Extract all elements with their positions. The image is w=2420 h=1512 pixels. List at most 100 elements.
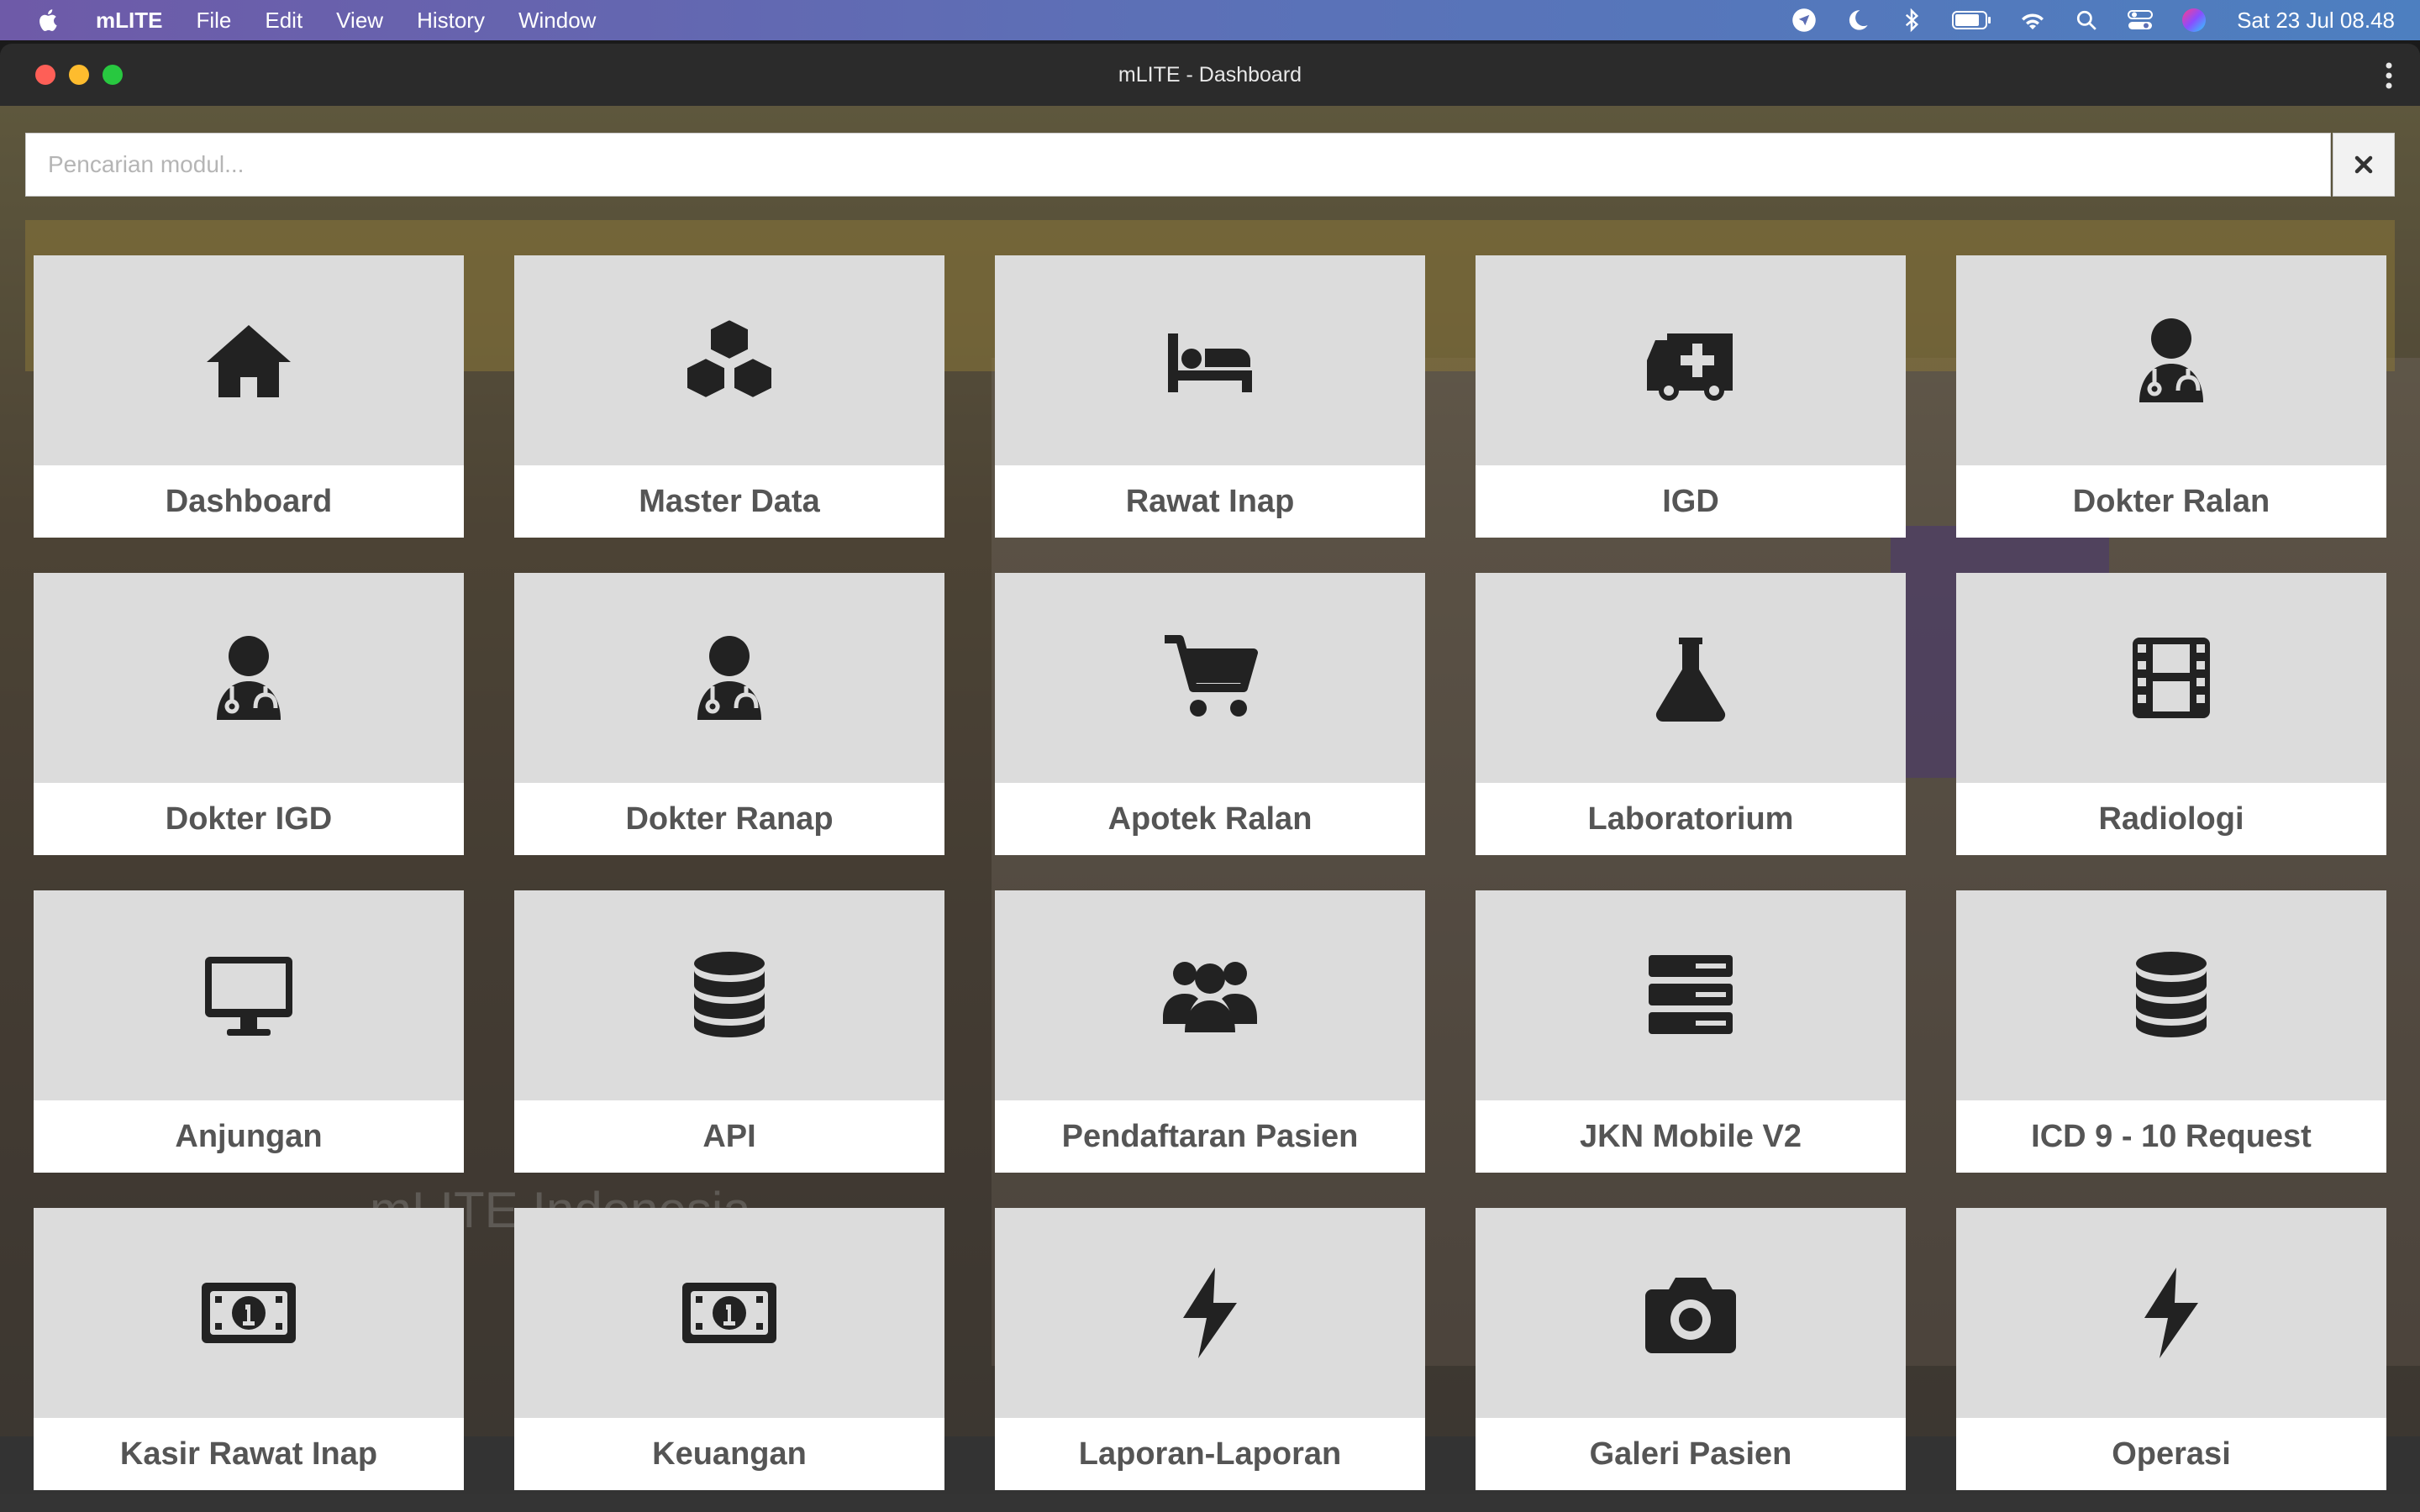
module-label: Rawat Inap [1125, 483, 1295, 519]
module-label: Dokter Ranap [625, 801, 834, 837]
module-tile[interactable]: Anjungan [34, 890, 464, 1173]
module-icon-area [514, 255, 944, 465]
search-icon[interactable] [2072, 6, 2101, 34]
module-label: Radiologi [2098, 801, 2244, 837]
module-icon-area [1956, 890, 2386, 1100]
doctor-icon [2139, 318, 2203, 402]
bed-icon [1168, 333, 1252, 392]
users-icon [1163, 962, 1257, 1032]
module-label: Laboratorium [1587, 801, 1794, 837]
menu-history[interactable]: History [417, 8, 485, 34]
module-label: JKN Mobile V2 [1580, 1118, 1802, 1154]
module-tile[interactable]: Rawat Inap [995, 255, 1425, 538]
money-icon [682, 1283, 776, 1343]
more-options-icon[interactable] [2385, 62, 2393, 89]
module-label: Apotek Ralan [1107, 801, 1313, 837]
module-icon-area [514, 573, 944, 783]
module-tile[interactable]: Laporan-Laporan [995, 1208, 1425, 1490]
module-tile[interactable]: Apotek Ralan [995, 573, 1425, 855]
bluetooth-icon[interactable] [1897, 6, 1926, 34]
module-label: ICD 9 - 10 Request [2031, 1118, 2312, 1154]
wifi-icon[interactable] [2018, 6, 2047, 34]
module-icon-area [34, 890, 464, 1100]
module-tile[interactable]: Dokter Ralan [1956, 255, 2386, 538]
module-label: Pendaftaran Pasien [1061, 1118, 1359, 1154]
menu-view[interactable]: View [336, 8, 383, 34]
database-icon [2136, 952, 2207, 1037]
module-tile[interactable]: Dokter IGD [34, 573, 464, 855]
cart-icon [1165, 635, 1258, 717]
database-icon [694, 952, 765, 1037]
home-icon [207, 325, 291, 397]
module-tile[interactable]: JKN Mobile V2 [1476, 890, 1906, 1173]
module-icon-area [514, 1208, 944, 1418]
moon-icon[interactable] [1844, 6, 1872, 34]
module-icon-area [995, 1208, 1425, 1418]
module-label: Operasi [2112, 1436, 2231, 1472]
close-search-button[interactable] [2333, 133, 2395, 197]
module-icon-area [995, 573, 1425, 783]
module-grid: Dashboard Master Data Rawat Inap IGD Dokter … [34, 255, 2386, 1490]
module-icon-area [1476, 1208, 1906, 1418]
location-icon[interactable] [1790, 6, 1818, 34]
camera-icon [1645, 1278, 1736, 1353]
module-icon-area [1956, 1208, 2386, 1418]
module-icon-area [995, 890, 1425, 1100]
page-content: mLITE Indonesia DashboardMaster DataRawa… [0, 106, 2420, 1512]
flask-icon [1655, 638, 1726, 722]
module-tile[interactable]: Radiologi [1956, 573, 2386, 855]
module-tile[interactable]: Keuangan [514, 1208, 944, 1490]
module-tile[interactable]: Laboratorium [1476, 573, 1906, 855]
module-icon-area [1476, 573, 1906, 783]
doctor-icon [697, 636, 761, 720]
module-tile[interactable]: Master Data [514, 255, 944, 538]
module-tile[interactable]: Galeri Pasien [1476, 1208, 1906, 1490]
module-tile[interactable]: Kasir Rawat Inap [34, 1208, 464, 1490]
module-icon-area [514, 890, 944, 1100]
module-label: API [702, 1118, 756, 1154]
menu-window[interactable]: Window [518, 8, 596, 34]
desktop-icon [205, 957, 292, 1036]
module-label: IGD [1662, 483, 1719, 519]
module-icon-area [34, 255, 464, 465]
menu-bar: mLITE File Edit View History Window Sat … [0, 0, 2420, 40]
server-icon [1649, 955, 1733, 1034]
module-label: Anjungan [175, 1118, 323, 1154]
module-tile[interactable]: Dashboard [34, 255, 464, 538]
module-search-input[interactable] [25, 133, 2331, 197]
window-title: mLITE - Dashboard [1118, 63, 1302, 87]
money-icon [202, 1283, 296, 1343]
module-label: Master Data [639, 483, 820, 519]
siri-icon[interactable] [2180, 6, 2208, 34]
module-label: Keuangan [652, 1436, 807, 1472]
module-tile[interactable]: Pendaftaran Pasien [995, 890, 1425, 1173]
module-label: Laporan-Laporan [1078, 1436, 1342, 1472]
module-icon-area [1956, 573, 2386, 783]
apple-icon[interactable] [35, 7, 62, 34]
module-icon-area [995, 255, 1425, 465]
bolt-icon [2144, 1268, 2198, 1358]
menu-edit[interactable]: Edit [265, 8, 302, 34]
module-tile[interactable]: IGD [1476, 255, 1906, 538]
menu-app-name[interactable]: mLITE [96, 8, 162, 34]
close-icon [2354, 155, 2373, 174]
window-titlebar: mLITE - Dashboard [0, 44, 2420, 106]
module-tile[interactable]: ICD 9 - 10 Request [1956, 890, 2386, 1173]
battery-icon[interactable] [1951, 6, 1993, 34]
control-center-icon[interactable] [2126, 6, 2154, 34]
module-tile[interactable]: Dokter Ranap [514, 573, 944, 855]
film-icon [2133, 638, 2210, 718]
module-label: Dashboard [165, 483, 333, 519]
module-label: Dokter IGD [165, 801, 333, 837]
menubar-clock[interactable]: Sat 23 Jul 08.48 [2237, 8, 2395, 34]
module-icon-area [1476, 255, 1906, 465]
module-icon-area [34, 1208, 464, 1418]
module-label: Kasir Rawat Inap [119, 1436, 378, 1472]
module-tile[interactable]: Operasi [1956, 1208, 2386, 1490]
module-label: Dokter Ralan [2072, 483, 2270, 519]
menu-file[interactable]: File [196, 8, 231, 34]
module-tile[interactable]: API [514, 890, 944, 1173]
ambulance-icon [1647, 333, 1733, 401]
cubes-icon [684, 316, 775, 402]
module-label: Galeri Pasien [1589, 1436, 1792, 1472]
